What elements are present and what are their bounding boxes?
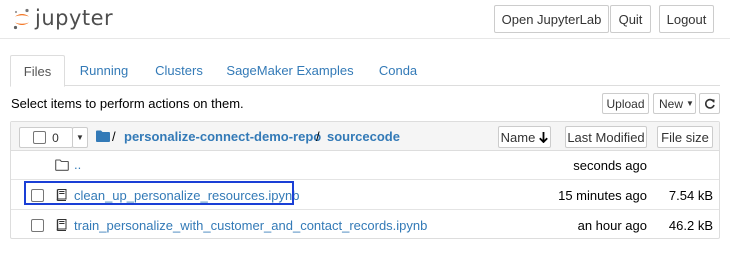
caret-down-icon: ▼ <box>686 99 694 108</box>
new-dropdown-button[interactable]: New ▼ <box>653 93 696 114</box>
breadcrumb-separator: / <box>112 129 116 144</box>
select-all-checkbox[interactable] <box>33 131 47 144</box>
tab-running[interactable]: Running <box>74 55 134 86</box>
select-menu-caret[interactable]: ▼ <box>72 127 88 148</box>
selected-count: 0 <box>52 130 59 145</box>
folder-outline-icon <box>55 159 69 171</box>
file-list: 0 ▼ / personalize-connect-demo-repo / so… <box>10 121 720 239</box>
new-label: New <box>659 96 684 111</box>
logout-button[interactable]: Logout <box>659 5 714 33</box>
breadcrumb-sourcecode[interactable]: sourcecode <box>327 129 400 144</box>
header: jupyter Open JupyterLab Quit Logout <box>0 0 730 38</box>
select-all-dropdown[interactable]: 0 <box>19 127 73 148</box>
sort-name-button[interactable]: Name <box>498 126 551 148</box>
refresh-button[interactable] <box>699 93 720 114</box>
last-modified: 15 minutes ago <box>558 188 647 203</box>
parent-folder-link[interactable]: .. <box>74 157 81 172</box>
jupyter-logo[interactable]: jupyter <box>13 6 113 32</box>
sort-file-size-button[interactable]: File size <box>657 126 713 148</box>
tab-conda[interactable]: Conda <box>370 55 426 86</box>
list-item[interactable]: train_personalize_with_customer_and_cont… <box>11 211 719 240</box>
last-modified: seconds ago <box>573 158 647 173</box>
quit-button[interactable]: Quit <box>610 5 651 33</box>
selection-hint: Select items to perform actions on them. <box>11 96 244 111</box>
list-item[interactable]: .. seconds ago <box>11 151 719 180</box>
caret-down-icon: ▼ <box>76 133 84 142</box>
refresh-icon <box>704 98 715 109</box>
notebook-link[interactable]: train_personalize_with_customer_and_cont… <box>74 218 427 233</box>
notebook-icon <box>56 219 67 231</box>
last-modified: an hour ago <box>577 218 647 233</box>
sort-name-label: Name <box>500 129 536 145</box>
tab-clusters[interactable]: Clusters <box>148 55 210 86</box>
breadcrumb-separator: / <box>316 129 320 144</box>
row-highlight-box <box>24 181 294 205</box>
breadcrumb-repo[interactable]: personalize-connect-demo-repo <box>124 129 321 144</box>
tab-files[interactable]: Files <box>10 55 65 87</box>
folder-icon[interactable] <box>96 130 110 142</box>
logo-text: jupyter <box>35 6 114 30</box>
sort-last-modified-button[interactable]: Last Modified <box>565 126 647 148</box>
jupyter-logo-icon <box>13 8 29 30</box>
list-header: 0 ▼ / personalize-connect-demo-repo / so… <box>11 122 719 151</box>
header-divider <box>0 38 730 39</box>
upload-button[interactable]: Upload <box>602 93 649 114</box>
tab-bar: Files Running Clusters SageMaker Example… <box>10 55 720 87</box>
arrow-down-icon <box>539 131 549 143</box>
file-size: 7.54 kB <box>668 188 713 203</box>
row-checkbox[interactable] <box>31 219 44 232</box>
file-size: 46.2 kB <box>668 218 713 233</box>
tab-sagemaker-examples[interactable]: SageMaker Examples <box>223 55 357 86</box>
open-jupyterlab-button[interactable]: Open JupyterLab <box>494 5 609 33</box>
